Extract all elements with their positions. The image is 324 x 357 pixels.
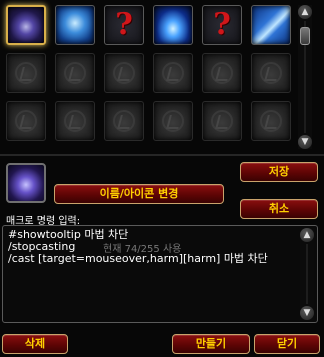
section-divider (0, 154, 324, 156)
empty-macro-slot[interactable] (6, 101, 46, 141)
editor-scrollbar[interactable]: ▲ ▼ (300, 228, 314, 320)
scroll-track[interactable] (306, 244, 308, 304)
empty-macro-slot[interactable] (251, 101, 291, 141)
selected-macro-void-orb-icon[interactable] (6, 163, 46, 203)
empty-slot-rune-icon (162, 62, 184, 84)
empty-slot-rune-icon (15, 110, 37, 132)
macro-slot-5-question-mark-icon[interactable]: ? (202, 5, 242, 45)
scroll-thumb[interactable] (300, 27, 310, 45)
icon-grid-scrollbar[interactable]: ▲ ▼ (298, 5, 312, 149)
macro-slot-4-blue-flame-icon[interactable] (153, 5, 193, 45)
empty-macro-slot[interactable] (202, 101, 242, 141)
empty-slot-rune-icon (64, 110, 86, 132)
empty-slot-rune-icon (64, 62, 86, 84)
empty-slot-rune-icon (162, 110, 184, 132)
empty-macro-slot[interactable] (251, 53, 291, 93)
macro-text-lines[interactable]: #showtooltip 마법 차단 /stopcasting /cast [t… (8, 229, 294, 265)
macro-icon-grid: ? ? (0, 0, 294, 150)
empty-macro-slot[interactable] (153, 53, 193, 93)
empty-slot-rune-icon (260, 62, 282, 84)
question-mark-icon: ? (115, 7, 133, 42)
scroll-up-arrow-icon[interactable]: ▲ (300, 228, 314, 242)
empty-slot-rune-icon (113, 62, 135, 84)
macro-slot-6-frost-claw-icon[interactable] (251, 5, 291, 45)
empty-slot-rune-icon (211, 62, 233, 84)
delete-button[interactable]: 삭제 (2, 334, 68, 354)
empty-slot-rune-icon (15, 62, 37, 84)
macro-line[interactable]: /cast [target=mouseover,harm][harm] 마법 차… (8, 253, 294, 265)
empty-slot-rune-icon (211, 110, 233, 132)
question-mark-icon: ? (213, 7, 231, 42)
empty-slot-rune-icon (113, 110, 135, 132)
close-button[interactable]: 닫기 (254, 334, 320, 354)
empty-macro-slot[interactable] (153, 101, 193, 141)
empty-slot-rune-icon (260, 110, 282, 132)
scroll-down-arrow-icon[interactable]: ▼ (298, 135, 312, 149)
empty-macro-slot[interactable] (55, 53, 95, 93)
change-name-icon-button[interactable]: 이름/아이콘 변경 (54, 184, 224, 204)
macro-slot-2-frost-orb-icon[interactable] (55, 5, 95, 45)
macro-slot-3-question-mark-icon[interactable]: ? (104, 5, 144, 45)
empty-macro-slot[interactable] (202, 53, 242, 93)
empty-macro-slot[interactable] (104, 53, 144, 93)
empty-macro-slot[interactable] (6, 53, 46, 93)
empty-macro-slot[interactable] (55, 101, 95, 141)
save-button[interactable]: 저장 (240, 162, 318, 182)
empty-macro-slot[interactable] (104, 101, 144, 141)
create-button[interactable]: 만들기 (172, 334, 250, 354)
macro-window: ? ? ▲ ▼ 이름/아이콘 변경 저장 취소 매크로 명령 입력: 현재 74… (0, 0, 324, 357)
macro-text-editor[interactable]: 현재 74/255 사용 #showtooltip 마법 차단 /stopcas… (2, 225, 318, 323)
cancel-button[interactable]: 취소 (240, 199, 318, 219)
scroll-down-arrow-icon[interactable]: ▼ (300, 306, 314, 320)
macro-slot-1-void-orb-icon[interactable] (6, 5, 46, 45)
scroll-up-arrow-icon[interactable]: ▲ (298, 5, 312, 19)
